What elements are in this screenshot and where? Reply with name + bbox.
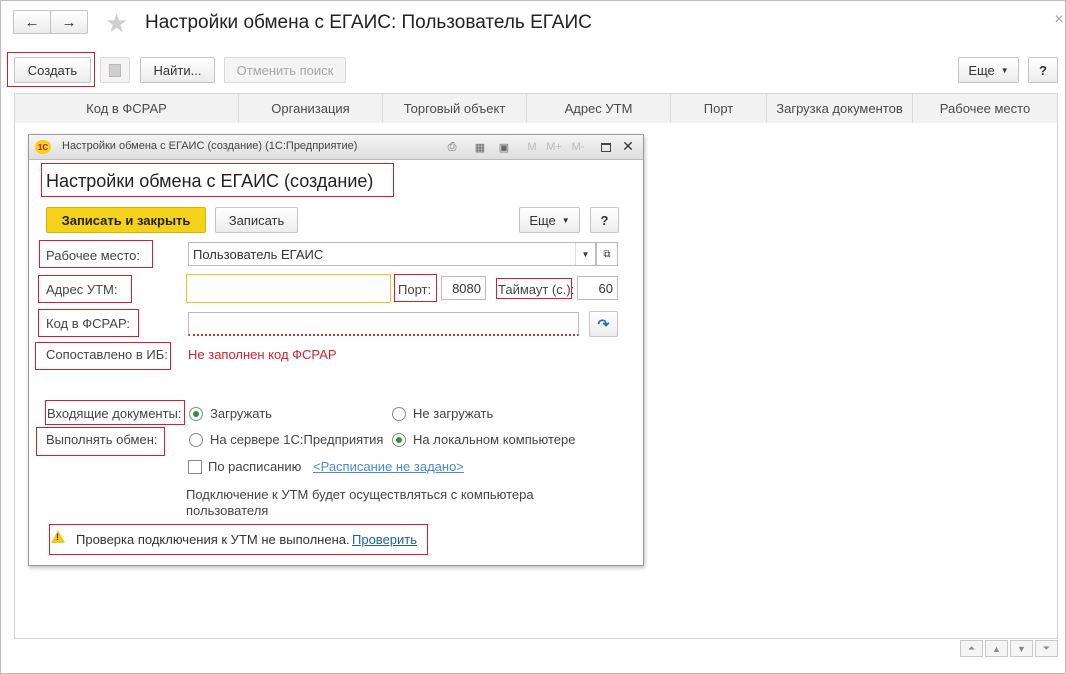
arrow-right-icon: →: [61, 13, 77, 31]
exchange-server-label[interactable]: На сервере 1С:Предприятия: [210, 432, 383, 447]
check-connection-link[interactable]: Проверить: [352, 532, 417, 547]
timeout-value: 60: [598, 280, 613, 296]
column-port[interactable]: Порт: [671, 94, 767, 123]
utm-address-input[interactable]: [186, 274, 391, 303]
scroll-first-button[interactable]: ⏶: [960, 640, 983, 657]
scroll-down-button[interactable]: ▼: [1010, 640, 1033, 657]
fsrar-code-input[interactable]: [188, 312, 579, 336]
help-button[interactable]: ?: [1028, 57, 1058, 83]
dialog-close-icon[interactable]: ✕: [621, 138, 635, 154]
exchange-server-radio[interactable]: [189, 433, 203, 447]
column-doc-loading[interactable]: Загрузка документов: [767, 94, 913, 123]
dialog-titlebar: 1С Настройки обмена с ЕГАИС (создание) (…: [29, 135, 643, 160]
page-title: Настройки обмена с ЕГАИС: Пользователь Е…: [145, 12, 592, 33]
dialog-window-title: Настройки обмена с ЕГАИС (создание) (1С:…: [62, 140, 358, 152]
warning-text: Проверка подключения к УТМ не выполнена.: [76, 532, 350, 547]
timeout-input[interactable]: 60: [577, 276, 618, 300]
save-button[interactable]: Записать: [215, 207, 298, 233]
incoming-label-highlight: [45, 400, 185, 425]
scroll-up-button[interactable]: ▲: [985, 640, 1008, 657]
find-button[interactable]: Найти...: [140, 57, 215, 83]
more-button[interactable]: Еще ▼: [958, 57, 1019, 83]
calculator-icon[interactable]: ▦: [473, 140, 487, 154]
copy-icon: [109, 63, 121, 77]
maximize-icon[interactable]: [599, 140, 613, 154]
settings-dialog: 1С Настройки обмена с ЕГАИС (создание) (…: [28, 134, 644, 566]
column-store[interactable]: Торговый объект: [383, 94, 527, 123]
dropdown-arrow-icon[interactable]: ▼: [575, 243, 595, 265]
column-workplace[interactable]: Рабочее место: [913, 94, 1057, 123]
workplace-label-highlight: [39, 240, 153, 268]
app-logo-icon: 1С: [35, 140, 51, 154]
redirect-arrow-icon: ↷: [597, 315, 610, 332]
matched-error-text: Не заполнен код ФСРАР: [188, 347, 337, 362]
incoming-load-radio[interactable]: [189, 407, 203, 421]
column-fsrar-code[interactable]: Код в ФСРАР: [15, 94, 239, 123]
dialog-more-button[interactable]: Еще ▼: [519, 207, 580, 233]
dialog-help-button[interactable]: ?: [590, 207, 619, 233]
copy-button[interactable]: [100, 57, 130, 83]
back-button[interactable]: ←: [13, 10, 51, 34]
column-organization[interactable]: Организация: [239, 94, 383, 123]
timeout-label-highlight: [496, 278, 572, 299]
schedule-link[interactable]: <Расписание не задано>: [313, 459, 464, 474]
dialog-more-label: Еще: [529, 212, 556, 228]
exchange-local-radio[interactable]: [392, 433, 406, 447]
dropdown-arrow-icon: ▼: [561, 215, 570, 225]
arrow-left-icon: ←: [24, 13, 40, 31]
calendar-icon[interactable]: ▣: [497, 140, 511, 154]
save-close-button[interactable]: Записать и закрыть: [46, 207, 206, 233]
memory-mminus-icon[interactable]: M-: [569, 140, 587, 154]
favorite-star-icon[interactable]: ★: [105, 8, 128, 39]
matched-label-highlight: [35, 342, 171, 370]
open-window-icon: ⧉: [603, 248, 611, 260]
workplace-value: Пользователь ЕГАИС: [193, 246, 324, 262]
more-label: Еще: [968, 62, 995, 78]
memory-m-icon[interactable]: M: [525, 140, 539, 154]
exchange-local-label[interactable]: На локальном компьютере: [413, 432, 576, 447]
column-utm-address[interactable]: Адрес УТМ: [527, 94, 671, 123]
cancel-search-button[interactable]: Отменить поиск: [224, 57, 346, 83]
workplace-field[interactable]: Пользователь ЕГАИС ▼: [188, 242, 596, 266]
port-input[interactable]: 8080: [441, 276, 486, 300]
fsrar-label-highlight: [38, 309, 139, 337]
list-header: Код в ФСРАР Организация Торговый объект …: [14, 93, 1058, 124]
incoming-load-label[interactable]: Загружать: [210, 406, 272, 421]
print-icon[interactable]: ⎙: [445, 140, 459, 154]
port-value: 8080: [452, 280, 481, 296]
utm-info-text: Подключение к УТМ будет осуществляться с…: [186, 487, 534, 518]
dropdown-arrow-icon: ▼: [1000, 65, 1009, 75]
schedule-checkbox-label[interactable]: По расписанию: [208, 459, 301, 474]
port-label-highlight: [394, 274, 437, 302]
schedule-checkbox[interactable]: [188, 460, 202, 474]
incoming-noload-label[interactable]: Не загружать: [413, 406, 493, 421]
utm-label-highlight: [38, 275, 132, 303]
close-icon[interactable]: ✕: [1054, 12, 1064, 26]
incoming-noload-radio[interactable]: [392, 407, 406, 421]
heading-highlight: [41, 163, 394, 197]
scroll-last-button[interactable]: ⏷: [1035, 640, 1058, 657]
warning-exclamation: !: [56, 532, 59, 542]
forward-button[interactable]: →: [50, 10, 88, 34]
exchange-label-highlight: [36, 427, 165, 456]
memory-mplus-icon[interactable]: M+: [545, 140, 563, 154]
fsrar-lookup-button[interactable]: ↷: [589, 311, 618, 337]
create-highlight: [7, 52, 95, 87]
workplace-open-button[interactable]: ⧉: [596, 242, 618, 266]
